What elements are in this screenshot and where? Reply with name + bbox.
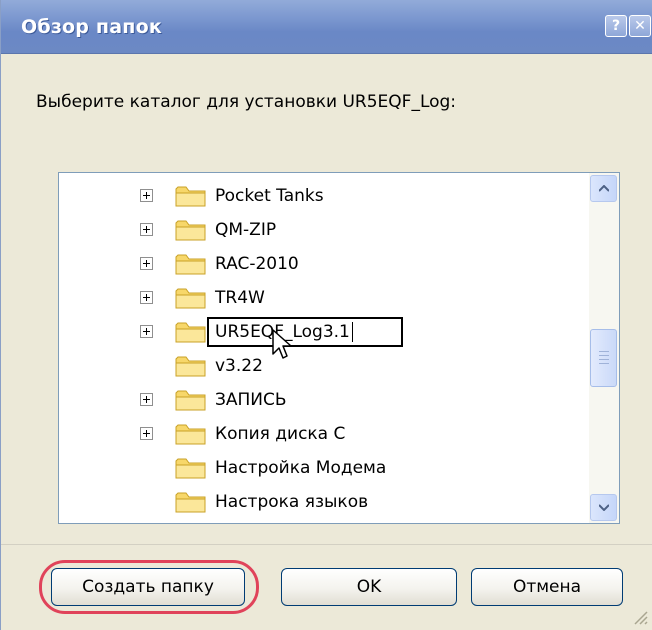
tree-item-label: QM-ZIP (215, 220, 277, 240)
tree-item-zapis[interactable]: ЗАПИСЬ (59, 383, 589, 417)
arrow-up-icon (599, 185, 609, 192)
grip-line (599, 359, 609, 360)
folder-icon (175, 288, 206, 309)
folder-icon (175, 220, 206, 241)
vertical-scrollbar[interactable] (589, 173, 619, 523)
folder-icon (175, 492, 206, 513)
resize-grip-icon[interactable] (629, 606, 649, 626)
expand-plus-icon[interactable] (140, 189, 153, 202)
dialog-title: Обзор папок (21, 16, 162, 38)
tree-item-label: ЗАПИСЬ (215, 390, 287, 410)
scroll-down-button[interactable] (590, 494, 617, 521)
tree-item-label: v3.22 (215, 356, 263, 376)
tree-item-kopiya-diska-c[interactable]: Копия диска C (59, 417, 589, 451)
arrow-down-icon (599, 504, 609, 511)
tree-item-pocket-tanks[interactable]: Pocket Tanks (59, 179, 589, 213)
tree-item-v3-22[interactable]: v3.22 (59, 349, 589, 383)
scroll-up-button[interactable] (590, 175, 617, 202)
tree-item-partial[interactable] (59, 517, 589, 524)
browse-folder-dialog: Обзор папок ? ✕ Выберите каталог для уст… (0, 0, 652, 630)
title-bar[interactable]: Обзор папок ? ✕ (1, 0, 652, 54)
expand-plus-icon[interactable] (140, 393, 153, 406)
tree-item-nastroyka-modema[interactable]: Настройка Модема (59, 451, 589, 485)
expand-plus-icon[interactable] (140, 223, 153, 236)
folder-icon (175, 523, 207, 524)
expand-plus-icon[interactable] (140, 325, 153, 338)
tree-item-label: Настрока языков (215, 492, 369, 512)
folder-icon (175, 424, 206, 445)
help-button[interactable]: ? (605, 15, 627, 37)
folder-tree[interactable]: Pocket Tanks QM-ZIP RAC-2010 TR4W UR5EQF… (58, 172, 620, 524)
create-folder-button[interactable]: Создать папку (51, 568, 245, 606)
grip-line (599, 355, 609, 356)
tree-item-label: Копия диска C (215, 424, 346, 444)
folder-icon (175, 322, 206, 343)
tree-item-label: Настройка Модема (215, 458, 387, 478)
tree-item-qm-zip[interactable]: QM-ZIP (59, 213, 589, 247)
tree-item-tr4w[interactable]: TR4W (59, 281, 589, 315)
text-caret (351, 322, 353, 342)
folder-icon (175, 186, 206, 207)
rename-folder-input[interactable]: UR5EQF_Log3.1 (207, 317, 403, 347)
tree-item-label: TR4W (215, 288, 265, 308)
grip-line (599, 351, 609, 352)
expand-plus-icon[interactable] (140, 257, 153, 270)
folder-icon (175, 254, 206, 275)
expand-plus-icon[interactable] (140, 427, 153, 440)
folder-icon (175, 458, 206, 479)
tree-item-ur5eqf-log[interactable]: UR5EQF_Log3.1 (59, 315, 589, 349)
close-button[interactable]: ✕ (629, 15, 651, 37)
ok-button[interactable]: OK (281, 568, 457, 606)
cancel-button[interactable]: Отмена (471, 568, 623, 606)
tree-item-label: Pocket Tanks (215, 186, 324, 206)
expand-plus-icon[interactable] (140, 291, 153, 304)
folder-icon (175, 390, 206, 411)
instruction-text: Выберите каталог для установки UR5EQF_Lo… (36, 92, 457, 112)
tree-item-rac-2010[interactable]: RAC-2010 (59, 247, 589, 281)
scroll-thumb[interactable] (590, 329, 617, 387)
tree-item-label: RAC-2010 (215, 254, 299, 274)
folder-icon (175, 356, 206, 377)
grip-line (599, 363, 609, 364)
tree-item-nastroka-yazykov[interactable]: Настрока языков (59, 485, 589, 519)
separator (1, 544, 652, 545)
mouse-pointer-icon (272, 329, 292, 359)
